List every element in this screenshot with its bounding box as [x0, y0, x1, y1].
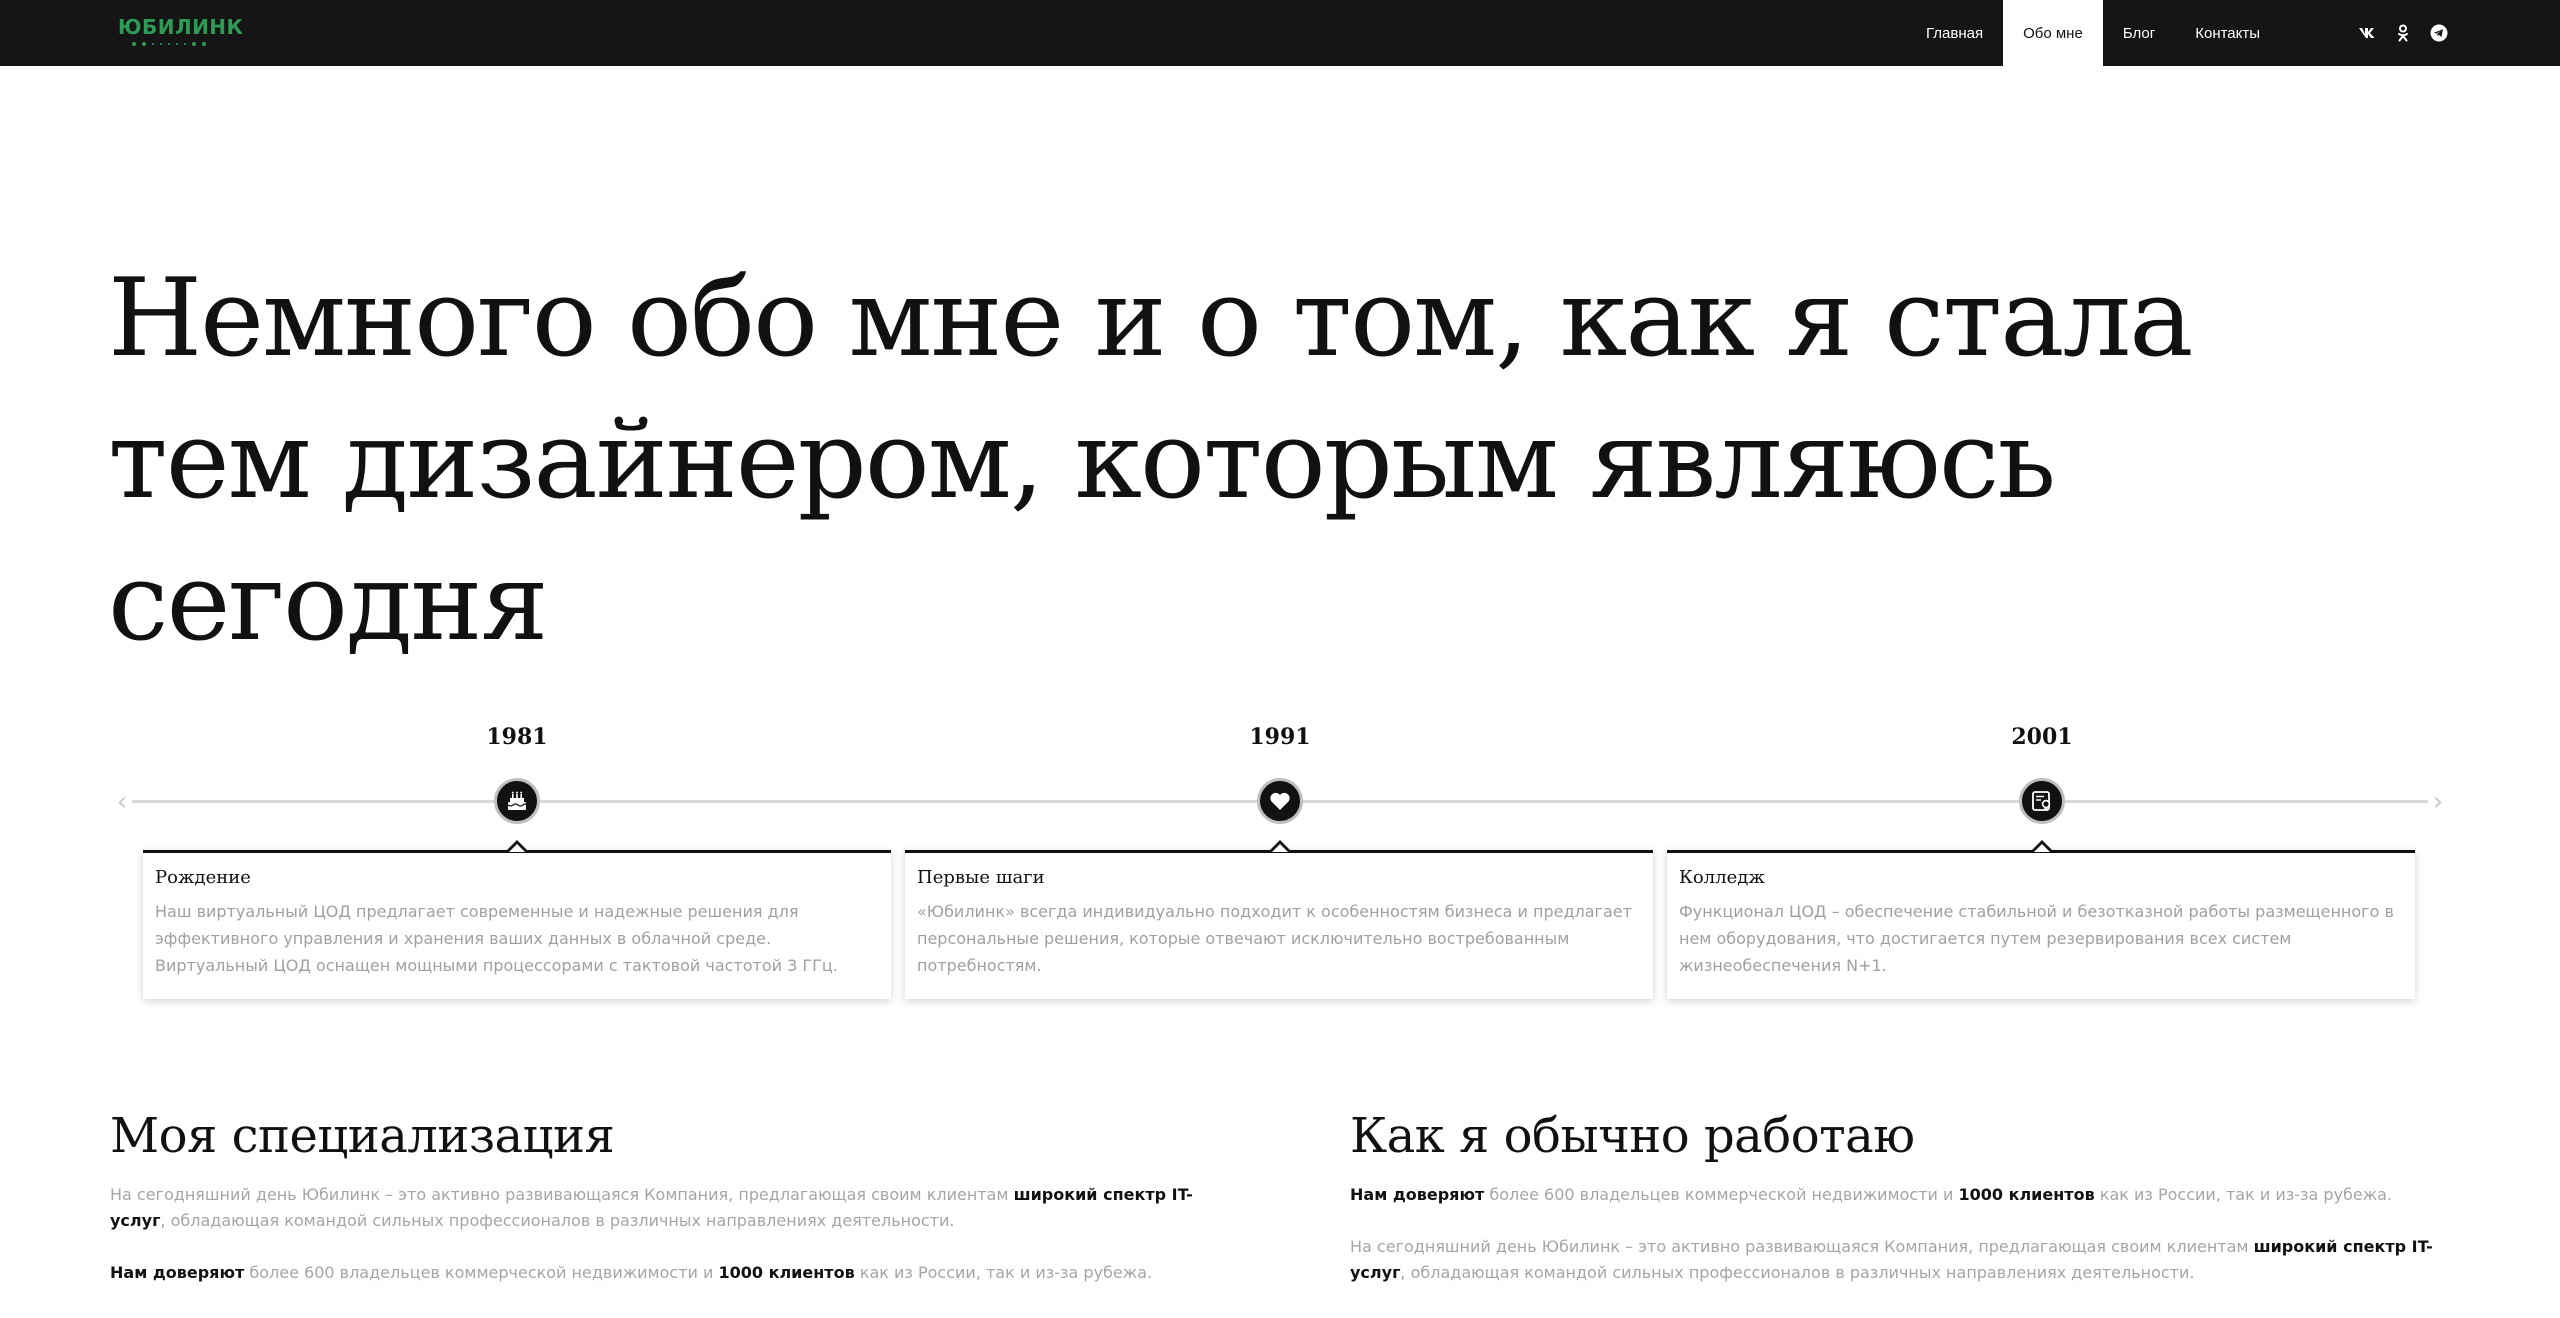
birthday-cake-icon[interactable]	[494, 778, 540, 824]
timeline-prev-arrow-icon[interactable]: ‹	[108, 788, 136, 816]
specialization-paragraph: Нам доверяют более 600 владельцев коммер…	[110, 1263, 1153, 1282]
page-title: Немного обо мне и о том, как я стала тем…	[108, 256, 2194, 665]
timeline-card-title: Первые шаги	[917, 867, 1045, 888]
top-navbar: ЮБИЛИНК Главная Обо мне Блог Контакты	[0, 0, 2560, 66]
workflow-title: Как я обычно работаю	[1350, 1108, 1915, 1164]
timeline-year: 1981	[486, 724, 548, 750]
specialization-paragraph: На сегодняшний день Юбилинк – это активн…	[110, 1185, 1193, 1230]
timeline-card-text: «Юбилинк» всегда индивидуально подходит …	[917, 902, 1632, 975]
social-links	[2356, 22, 2450, 44]
logo[interactable]: ЮБИЛИНК	[118, 14, 254, 48]
workflow-paragraph: На сегодняшний день Юбилинк – это активн…	[1350, 1237, 2433, 1282]
specialization-section: Моя специализация На сегодняшний день Юб…	[110, 1104, 1210, 1312]
timeline-card: Первые шаги «Юбилинк» всегда индивидуаль…	[905, 840, 1653, 999]
timeline-card: Рождение Наш виртуальный ЦОД предлагает …	[143, 840, 891, 999]
workflow-section: Как я обычно работаю Нам доверяют более …	[1350, 1104, 2450, 1312]
main-nav: Главная Обо мне Блог Контакты	[1906, 0, 2280, 66]
nav-item-blog[interactable]: Блог	[2103, 0, 2175, 66]
specialization-title: Моя специализация	[110, 1108, 615, 1164]
certificate-icon[interactable]	[2019, 778, 2065, 824]
logo-dots-decoration	[118, 42, 254, 46]
timeline-card-text: Наш виртуальный ЦОД предлагает современн…	[155, 902, 838, 975]
workflow-paragraph: Нам доверяют более 600 владельцев коммер…	[1350, 1185, 2393, 1204]
nav-item-about[interactable]: Обо мне	[2003, 0, 2103, 66]
nav-item-contacts[interactable]: Контакты	[2175, 0, 2280, 66]
heart-icon[interactable]	[1257, 778, 1303, 824]
timeline-year: 1991	[1249, 724, 1311, 750]
timeline-card-title: Рождение	[155, 867, 251, 888]
timeline-card-title: Колледж	[1679, 867, 1765, 888]
timeline-card-text: Функционал ЦОД – обеспечение стабильной …	[1679, 902, 2394, 975]
logo-text: ЮБИЛИНК	[118, 15, 244, 39]
timeline: ‹ › 1981 Рождение Наш виртуальный ЦОД пр…	[0, 700, 2560, 1020]
odnoklassniki-icon[interactable]	[2392, 22, 2414, 44]
vk-icon[interactable]	[2356, 22, 2378, 44]
timeline-next-arrow-icon[interactable]: ›	[2424, 788, 2452, 816]
timeline-year: 2001	[2011, 724, 2073, 750]
telegram-icon[interactable]	[2428, 22, 2450, 44]
timeline-card: Колледж Функционал ЦОД – обеспечение ста…	[1667, 840, 2415, 999]
nav-item-home[interactable]: Главная	[1906, 0, 2003, 66]
